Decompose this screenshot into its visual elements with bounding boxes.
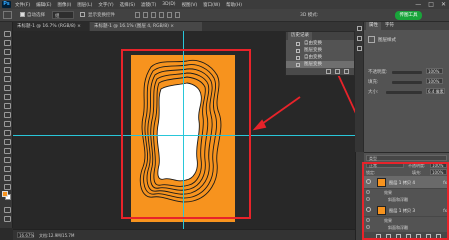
history-footer	[286, 68, 354, 75]
size-label: 大小:	[368, 90, 379, 95]
properties-section-title: 图层样式	[378, 38, 396, 43]
history-state-icon	[296, 42, 300, 46]
arrow-to-canvas	[258, 96, 301, 127]
swatches-panel-icon[interactable]	[357, 36, 362, 41]
highlight-box-layers	[362, 162, 449, 240]
fill-slider[interactable]	[392, 81, 422, 84]
properties-tab-line: 属性 字符	[364, 22, 449, 30]
opacity-label: 不透明度:	[368, 70, 388, 75]
fill-field[interactable]: 100%	[426, 78, 443, 84]
properties-panel: 属性 字符 图层样式 不透明度: 100% 填充: 100% 大小: 6.4 像…	[364, 22, 449, 152]
trash-icon[interactable]	[344, 69, 349, 74]
layer-filter-dropdown[interactable]: 类型	[366, 155, 447, 161]
tab-character[interactable]: 字符	[382, 22, 397, 30]
fill-label: 填充:	[368, 80, 379, 85]
snapshot-icon[interactable]	[326, 69, 331, 74]
history-panel-header: 历史记录	[286, 32, 354, 40]
size-slider[interactable]	[386, 91, 422, 94]
document-info[interactable]: 文档:12.9M/15.7M	[39, 233, 74, 239]
tab-history[interactable]: 历史记录	[288, 32, 312, 40]
arrow-head-canvas-icon	[252, 119, 267, 131]
adjustments-panel-icon[interactable]	[357, 46, 362, 51]
size-field[interactable]: 6.4 像素	[426, 88, 445, 94]
history-state-icon	[296, 63, 300, 67]
zoom-field[interactable]: 16.67%	[17, 232, 34, 238]
history-state-icon	[296, 56, 300, 60]
history-panel: 历史记录 自由变换 图层变换 自由变换 图层变换	[285, 31, 355, 76]
layer-style-icon	[368, 36, 375, 43]
camera-icon[interactable]	[335, 69, 340, 74]
collapsed-panel-strip	[355, 22, 364, 152]
tab-properties[interactable]: 属性	[366, 22, 381, 30]
opacity-field[interactable]: 100%	[426, 68, 443, 74]
history-state-icon	[296, 49, 300, 53]
opacity-slider[interactable]	[392, 71, 422, 74]
history-panel-icon[interactable]	[357, 26, 362, 31]
status-bar: 16.67% 文档:12.9M/15.7M	[13, 229, 355, 240]
